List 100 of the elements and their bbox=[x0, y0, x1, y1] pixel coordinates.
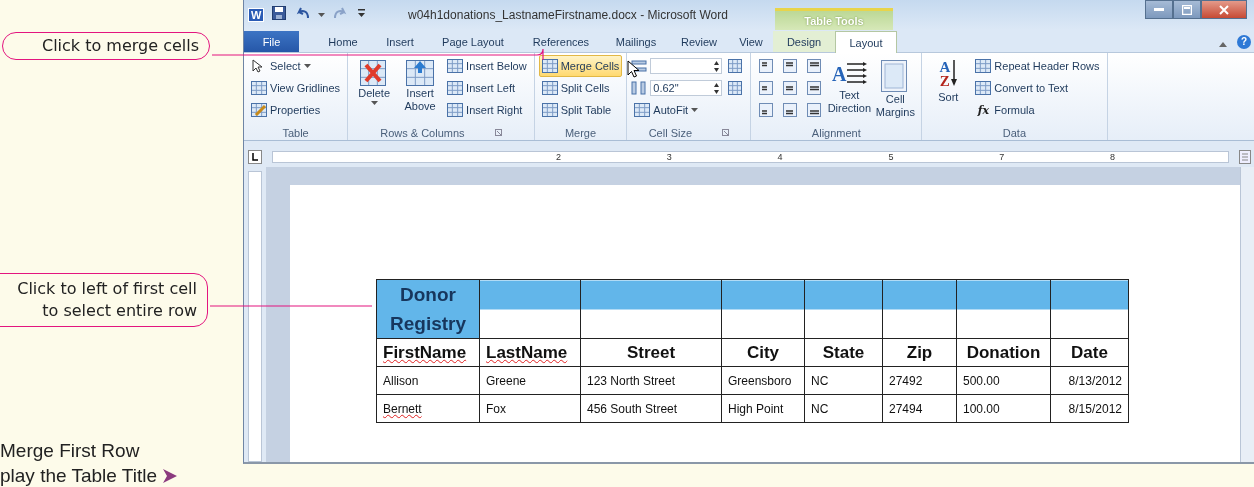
spin-field[interactable]: 0.62" bbox=[650, 80, 723, 96]
table-cell: Zip bbox=[882, 338, 957, 367]
cell-margins-icon bbox=[881, 60, 910, 92]
table-icon bbox=[634, 103, 651, 117]
ribbon-button[interactable]: Insert Left bbox=[444, 77, 530, 99]
ribbon-tab[interactable]: Mailings bbox=[603, 31, 669, 52]
ribbon-button[interactable]: Split Cells bbox=[538, 77, 623, 99]
ribbon-tab[interactable]: Page Layout bbox=[427, 31, 519, 52]
row-height-icon bbox=[631, 59, 648, 73]
ribbon-button[interactable]: Properties bbox=[248, 99, 344, 121]
ribbon-button[interactable]: Repeat Header Rows bbox=[972, 55, 1103, 77]
triangle-arrow-icon bbox=[163, 468, 178, 483]
caret-icon bbox=[691, 108, 699, 112]
customize-toolbar-icon bbox=[357, 7, 367, 18]
text-align-icon bbox=[783, 103, 798, 117]
ribbon-button[interactable]: View Gridlines bbox=[248, 77, 344, 99]
vertical-scrollbar[interactable] bbox=[1240, 167, 1254, 462]
ribbon-button[interactable]: Select bbox=[248, 55, 344, 77]
ribbon-button[interactable]: A Z Sort bbox=[926, 55, 971, 121]
table-pencil-icon bbox=[251, 103, 267, 117]
contextual-tab-label: Table Tools bbox=[775, 8, 893, 30]
restore-icon bbox=[1182, 4, 1192, 15]
text-lines-icon bbox=[846, 61, 867, 87]
ruler-number: 8 bbox=[1110, 152, 1116, 162]
table-cell: 27494 bbox=[882, 394, 957, 423]
text-align-icon bbox=[759, 103, 774, 117]
ribbon-button[interactable]: AutoFit bbox=[631, 99, 723, 121]
group-label: Rows & Columns bbox=[380, 126, 465, 139]
undo-icon bbox=[296, 6, 311, 19]
text-align-icon bbox=[759, 81, 774, 95]
group-label: Alignment bbox=[811, 126, 861, 139]
group-label: Data bbox=[1002, 126, 1027, 139]
table-cell: FirstName bbox=[376, 338, 480, 367]
ribbon-tab[interactable]: View bbox=[729, 31, 773, 52]
table-grid-icon bbox=[728, 59, 743, 73]
table-cell: NC bbox=[804, 366, 883, 395]
step-heading: play the Table Title bbox=[0, 464, 158, 487]
group-label: Cell Size bbox=[648, 126, 693, 139]
ruler-number: 4 bbox=[777, 152, 783, 162]
text-align-icon bbox=[807, 103, 822, 117]
table-icon bbox=[541, 103, 558, 117]
table-icon bbox=[251, 81, 267, 95]
help-button[interactable]: ? bbox=[1237, 35, 1251, 49]
minimize-button[interactable] bbox=[1145, 0, 1173, 19]
tab-selector-icon bbox=[248, 150, 262, 164]
ruler-number: 2 bbox=[555, 152, 561, 162]
text-align-icon bbox=[807, 59, 822, 73]
ribbon-button[interactable]: Delete bbox=[352, 55, 397, 121]
close-icon bbox=[1219, 4, 1229, 15]
ribbon-button[interactable]: Cell Margins bbox=[873, 55, 918, 121]
ribbon-button[interactable]: Merge Cells bbox=[538, 55, 623, 77]
ribbon-tab[interactable]: References bbox=[519, 31, 603, 52]
table-icon bbox=[447, 59, 464, 73]
ribbon-tab[interactable]: Design bbox=[773, 31, 835, 52]
ribbon-button[interactable]: Split Table bbox=[538, 99, 623, 121]
ribbon-tab[interactable]: Home bbox=[313, 31, 373, 52]
collapse-ribbon-icon bbox=[1219, 42, 1227, 47]
spin-field[interactable] bbox=[650, 58, 723, 74]
text-align-icon bbox=[783, 81, 798, 95]
table-cell: 456 South Street bbox=[580, 394, 722, 423]
table-cell: Bernett bbox=[376, 394, 480, 423]
ruler-number: 7 bbox=[999, 152, 1005, 162]
restore-button[interactable] bbox=[1173, 0, 1201, 19]
caret-icon bbox=[370, 101, 378, 105]
table-icon bbox=[975, 81, 992, 95]
table-icon bbox=[541, 59, 558, 73]
table-cell: High Point bbox=[721, 394, 805, 423]
table-cell: 500.00 bbox=[956, 366, 1051, 395]
group-label: Merge bbox=[564, 126, 597, 139]
ribbon-button[interactable]: Insert Right bbox=[444, 99, 530, 121]
table-cell: Fox bbox=[479, 394, 581, 423]
table-grid-icon bbox=[728, 81, 743, 95]
table-icon bbox=[447, 103, 464, 117]
table-cell: Date bbox=[1050, 338, 1129, 367]
close-button[interactable] bbox=[1201, 0, 1247, 19]
table-cell: 123 North Street bbox=[580, 366, 722, 395]
group-label: Table bbox=[282, 126, 309, 139]
ribbon-button[interactable]: Insert Above bbox=[398, 55, 443, 121]
ribbon-tab[interactable]: Review bbox=[669, 31, 729, 52]
ribbon-button[interactable]: Convert to Text bbox=[972, 77, 1103, 99]
save-icon bbox=[272, 5, 287, 20]
ruler-number: 3 bbox=[666, 152, 672, 162]
down-arrow-icon bbox=[951, 60, 958, 86]
table-cell: 8/15/2012 bbox=[1050, 394, 1129, 423]
window-title: w04h1donations_LastnameFirstname.docx - Microsoft Word bbox=[408, 8, 728, 22]
table-cell: Street bbox=[580, 338, 722, 367]
ribbon-button[interactable]: Insert Below bbox=[444, 55, 530, 77]
spin-arrows-icon bbox=[714, 60, 720, 72]
ribbon-tab[interactable]: Insert bbox=[373, 31, 427, 52]
table-cell: Greensboro bbox=[721, 366, 805, 395]
ribbon-tab[interactable]: File bbox=[244, 31, 299, 52]
table-cell: 100.00 bbox=[956, 394, 1051, 423]
ribbon-button[interactable]: fx Formula bbox=[972, 99, 1103, 121]
table-icon bbox=[975, 59, 992, 73]
mouse-pointer-icon bbox=[627, 60, 639, 78]
table-cell: Donor Registry bbox=[376, 279, 480, 339]
ribbon-tab[interactable]: Layout bbox=[835, 31, 897, 53]
ribbon-button[interactable]: A Text Direction bbox=[827, 55, 872, 121]
app-icon[interactable]: W bbox=[248, 8, 265, 22]
ruler-number: 5 bbox=[888, 152, 894, 162]
